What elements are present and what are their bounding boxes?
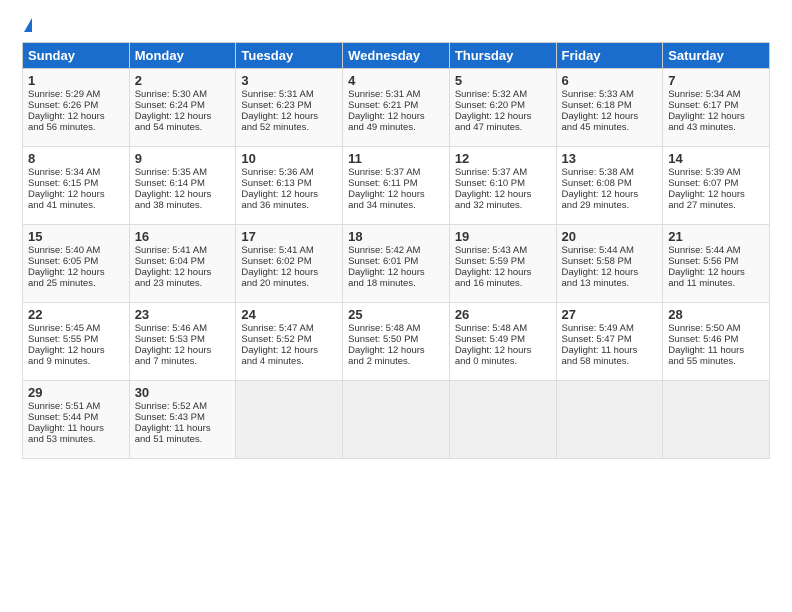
header-friday: Friday xyxy=(556,43,663,69)
day-number: 14 xyxy=(668,151,764,166)
header-tuesday: Tuesday xyxy=(236,43,343,69)
calendar-cell: 23Sunrise: 5:46 AMSunset: 5:53 PMDayligh… xyxy=(129,303,236,381)
calendar-cell: 20Sunrise: 5:44 AMSunset: 5:58 PMDayligh… xyxy=(556,225,663,303)
day-number: 7 xyxy=(668,73,764,88)
calendar-cell: 10Sunrise: 5:36 AMSunset: 6:13 PMDayligh… xyxy=(236,147,343,225)
calendar-cell xyxy=(556,381,663,459)
calendar-cell: 30Sunrise: 5:52 AMSunset: 5:43 PMDayligh… xyxy=(129,381,236,459)
day-number: 6 xyxy=(562,73,658,88)
week-row-4: 22Sunrise: 5:45 AMSunset: 5:55 PMDayligh… xyxy=(23,303,770,381)
calendar-cell: 19Sunrise: 5:43 AMSunset: 5:59 PMDayligh… xyxy=(449,225,556,303)
logo-triangle-icon xyxy=(24,18,32,32)
header-row: SundayMondayTuesdayWednesdayThursdayFrid… xyxy=(23,43,770,69)
week-row-1: 1Sunrise: 5:29 AMSunset: 6:26 PMDaylight… xyxy=(23,69,770,147)
day-number: 22 xyxy=(28,307,124,322)
week-row-3: 15Sunrise: 5:40 AMSunset: 6:05 PMDayligh… xyxy=(23,225,770,303)
header-area xyxy=(22,18,770,32)
calendar-cell: 6Sunrise: 5:33 AMSunset: 6:18 PMDaylight… xyxy=(556,69,663,147)
calendar-cell: 8Sunrise: 5:34 AMSunset: 6:15 PMDaylight… xyxy=(23,147,130,225)
calendar-cell: 26Sunrise: 5:48 AMSunset: 5:49 PMDayligh… xyxy=(449,303,556,381)
calendar-cell: 14Sunrise: 5:39 AMSunset: 6:07 PMDayligh… xyxy=(663,147,770,225)
calendar-cell: 11Sunrise: 5:37 AMSunset: 6:11 PMDayligh… xyxy=(343,147,450,225)
calendar-cell: 28Sunrise: 5:50 AMSunset: 5:46 PMDayligh… xyxy=(663,303,770,381)
calendar-cell: 13Sunrise: 5:38 AMSunset: 6:08 PMDayligh… xyxy=(556,147,663,225)
day-number: 16 xyxy=(135,229,231,244)
day-number: 25 xyxy=(348,307,444,322)
header-thursday: Thursday xyxy=(449,43,556,69)
week-row-2: 8Sunrise: 5:34 AMSunset: 6:15 PMDaylight… xyxy=(23,147,770,225)
day-number: 27 xyxy=(562,307,658,322)
calendar-cell: 9Sunrise: 5:35 AMSunset: 6:14 PMDaylight… xyxy=(129,147,236,225)
calendar-cell: 24Sunrise: 5:47 AMSunset: 5:52 PMDayligh… xyxy=(236,303,343,381)
calendar-cell: 21Sunrise: 5:44 AMSunset: 5:56 PMDayligh… xyxy=(663,225,770,303)
calendar-cell: 2Sunrise: 5:30 AMSunset: 6:24 PMDaylight… xyxy=(129,69,236,147)
calendar-cell: 16Sunrise: 5:41 AMSunset: 6:04 PMDayligh… xyxy=(129,225,236,303)
logo xyxy=(22,18,32,32)
day-number: 19 xyxy=(455,229,551,244)
day-number: 29 xyxy=(28,385,124,400)
day-number: 4 xyxy=(348,73,444,88)
day-number: 11 xyxy=(348,151,444,166)
day-number: 1 xyxy=(28,73,124,88)
day-number: 21 xyxy=(668,229,764,244)
day-number: 23 xyxy=(135,307,231,322)
calendar-cell xyxy=(343,381,450,459)
calendar-cell: 4Sunrise: 5:31 AMSunset: 6:21 PMDaylight… xyxy=(343,69,450,147)
calendar-cell xyxy=(449,381,556,459)
calendar-cell: 18Sunrise: 5:42 AMSunset: 6:01 PMDayligh… xyxy=(343,225,450,303)
day-number: 13 xyxy=(562,151,658,166)
calendar-cell: 29Sunrise: 5:51 AMSunset: 5:44 PMDayligh… xyxy=(23,381,130,459)
calendar-cell: 27Sunrise: 5:49 AMSunset: 5:47 PMDayligh… xyxy=(556,303,663,381)
day-number: 30 xyxy=(135,385,231,400)
day-number: 15 xyxy=(28,229,124,244)
day-number: 12 xyxy=(455,151,551,166)
week-row-5: 29Sunrise: 5:51 AMSunset: 5:44 PMDayligh… xyxy=(23,381,770,459)
day-number: 10 xyxy=(241,151,337,166)
day-number: 8 xyxy=(28,151,124,166)
header-wednesday: Wednesday xyxy=(343,43,450,69)
page: SundayMondayTuesdayWednesdayThursdayFrid… xyxy=(0,0,792,612)
calendar-cell: 15Sunrise: 5:40 AMSunset: 6:05 PMDayligh… xyxy=(23,225,130,303)
calendar-table: SundayMondayTuesdayWednesdayThursdayFrid… xyxy=(22,42,770,459)
day-number: 20 xyxy=(562,229,658,244)
day-number: 9 xyxy=(135,151,231,166)
day-number: 26 xyxy=(455,307,551,322)
header-saturday: Saturday xyxy=(663,43,770,69)
day-number: 2 xyxy=(135,73,231,88)
calendar-cell: 7Sunrise: 5:34 AMSunset: 6:17 PMDaylight… xyxy=(663,69,770,147)
calendar-cell: 3Sunrise: 5:31 AMSunset: 6:23 PMDaylight… xyxy=(236,69,343,147)
day-number: 3 xyxy=(241,73,337,88)
day-number: 28 xyxy=(668,307,764,322)
day-number: 5 xyxy=(455,73,551,88)
calendar-cell: 22Sunrise: 5:45 AMSunset: 5:55 PMDayligh… xyxy=(23,303,130,381)
calendar-cell xyxy=(663,381,770,459)
calendar-cell: 25Sunrise: 5:48 AMSunset: 5:50 PMDayligh… xyxy=(343,303,450,381)
calendar-cell: 1Sunrise: 5:29 AMSunset: 6:26 PMDaylight… xyxy=(23,69,130,147)
calendar-cell: 17Sunrise: 5:41 AMSunset: 6:02 PMDayligh… xyxy=(236,225,343,303)
day-number: 18 xyxy=(348,229,444,244)
header-sunday: Sunday xyxy=(23,43,130,69)
day-number: 24 xyxy=(241,307,337,322)
calendar-cell xyxy=(236,381,343,459)
day-number: 17 xyxy=(241,229,337,244)
header-monday: Monday xyxy=(129,43,236,69)
calendar-cell: 12Sunrise: 5:37 AMSunset: 6:10 PMDayligh… xyxy=(449,147,556,225)
calendar-cell: 5Sunrise: 5:32 AMSunset: 6:20 PMDaylight… xyxy=(449,69,556,147)
